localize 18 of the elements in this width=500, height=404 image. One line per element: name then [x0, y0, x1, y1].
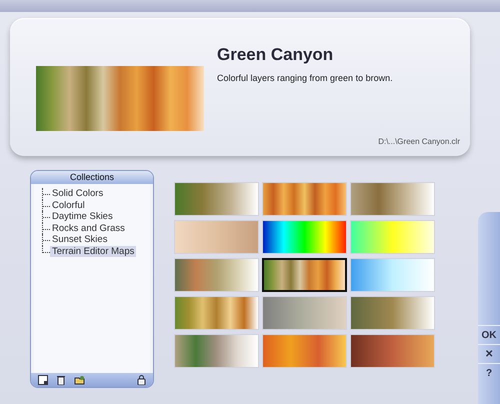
- new-icon[interactable]: [37, 374, 49, 386]
- help-button[interactable]: ?: [478, 363, 500, 382]
- tree-item[interactable]: Terrain Editor Maps: [50, 246, 136, 257]
- trash-icon[interactable]: [55, 374, 67, 386]
- gradient-swatch[interactable]: [262, 258, 347, 292]
- gradient-description: Colorful layers ranging from green to brown.: [217, 73, 394, 83]
- file-path: D:\...\Green Canyon.clr: [378, 137, 460, 146]
- tree-item[interactable]: Daytime Skies: [50, 211, 115, 222]
- lock-icon[interactable]: [135, 374, 147, 386]
- collections-header: Collections: [31, 171, 153, 184]
- ok-button[interactable]: OK: [478, 325, 500, 344]
- folder-icon[interactable]: [73, 374, 85, 386]
- tree-item[interactable]: Sunset Skies: [50, 234, 110, 246]
- close-button[interactable]: ✕: [478, 344, 500, 363]
- tree-item[interactable]: Rocks and Grass: [50, 222, 127, 234]
- tree-item[interactable]: Solid Colors: [50, 188, 106, 200]
- tree-item[interactable]: Colorful: [50, 200, 87, 211]
- gradient-name: Green Canyon: [217, 45, 334, 65]
